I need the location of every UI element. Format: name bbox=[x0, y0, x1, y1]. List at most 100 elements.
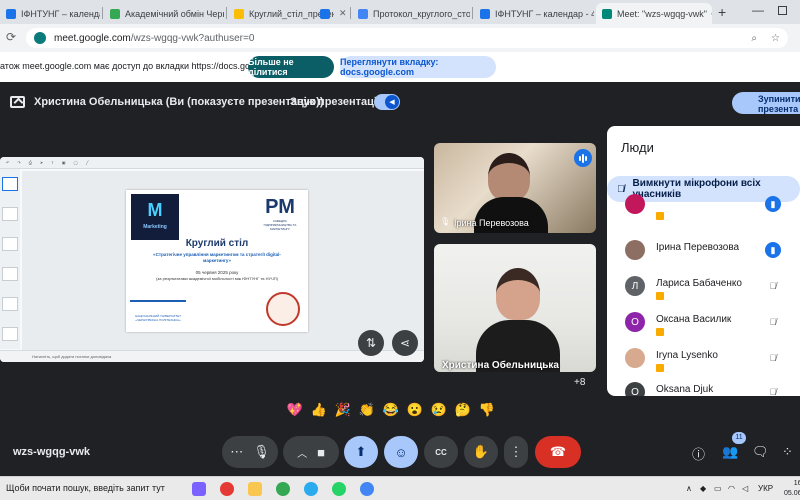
share-options-button[interactable]: ⋖ bbox=[392, 330, 418, 356]
mic-on-icon[interactable]: ▮ bbox=[765, 196, 781, 212]
more-participants-count[interactable]: +8 bbox=[574, 377, 585, 388]
taskbar-search[interactable]: Щоби почати пошук, введіть запит тут bbox=[6, 483, 165, 493]
speaking-indicator-icon bbox=[574, 149, 592, 167]
slide-date: 05 червня 2025 року bbox=[195, 270, 239, 275]
tray-chevron-icon[interactable]: ∧ bbox=[686, 484, 692, 493]
mic-off-icon[interactable]: 🎙̸ bbox=[765, 314, 781, 330]
speaking-indicator-icon[interactable]: ▮ bbox=[765, 242, 781, 258]
tab-title: Протокол_круглого_стол bbox=[373, 8, 470, 19]
reaction-party[interactable]: 🎉 bbox=[334, 400, 352, 420]
raise-hand-button[interactable]: ✋ bbox=[464, 436, 498, 468]
tab-divider bbox=[472, 7, 473, 19]
participant-row[interactable]: Л Лариса Бабаченко 🎙̸ bbox=[607, 272, 800, 300]
reaction-clap[interactable]: 👏 bbox=[358, 400, 376, 420]
docs-icon bbox=[358, 8, 368, 19]
activities-icon[interactable]: ⁘ bbox=[782, 444, 793, 460]
zoom-icon[interactable]: ⌕ bbox=[751, 33, 757, 44]
leave-call-button[interactable]: ☎ bbox=[535, 436, 581, 468]
bookmark-star-icon[interactable]: ☆ bbox=[771, 33, 780, 44]
minimize-button[interactable]: — bbox=[752, 3, 764, 17]
mic-icon[interactable]: 🎙 bbox=[253, 444, 270, 460]
clock[interactable]: 16:0 05.06.2 bbox=[784, 479, 800, 499]
undo-icon: ↶ bbox=[6, 160, 10, 165]
reaction-heart[interactable]: 💖 bbox=[286, 400, 304, 420]
slide-thumbnail bbox=[2, 207, 18, 221]
avatar bbox=[625, 240, 645, 260]
browser-tab-strip: ІФНТУНГ – календар - 4 д ✕ Академічний о… bbox=[0, 0, 800, 24]
whatsapp-icon[interactable] bbox=[332, 482, 346, 496]
view-tab-button[interactable]: Переглянути вкладку: docs.google.com bbox=[340, 56, 496, 78]
mic-off-icon[interactable]: 🎙̸ bbox=[765, 384, 781, 396]
participant-name: Оксана Василик bbox=[656, 314, 732, 325]
participant-tile[interactable]: Христина Обельницька bbox=[434, 244, 596, 372]
reaction-thumbs-up[interactable]: 👍 bbox=[310, 400, 328, 420]
slide-thumbnail bbox=[2, 177, 18, 191]
close-tab-icon[interactable]: ✕ bbox=[335, 8, 347, 19]
url-input[interactable]: meet.google.com /wzs-wgqg-vwk?authuser=0… bbox=[26, 28, 788, 48]
presentation-sound-toggle[interactable]: ◀ bbox=[374, 94, 400, 110]
browser-tab-active[interactable]: Meet: "wzs-wgqg-vwk" ● ✕ bbox=[596, 3, 712, 24]
reload-icon[interactable]: ⟳ bbox=[6, 30, 16, 44]
participant-row[interactable]: О Оксана Василик 🎙̸ bbox=[607, 308, 800, 336]
captions-icon: CC bbox=[435, 447, 447, 457]
slides-icon bbox=[234, 8, 244, 19]
browser-tab[interactable]: Протокол_круглого_стол ✕ bbox=[352, 3, 470, 24]
slides-toolbar: ↶ ↷ ⎙ ➤ T ▣ ◯ ╱ bbox=[0, 157, 424, 169]
tab-title: ІФНТУНГ – календар - 4 д bbox=[21, 8, 100, 19]
browser-tab[interactable]: Академічний обмін Черн ✕ bbox=[104, 3, 224, 24]
reactions-button[interactable]: ☺ bbox=[384, 436, 418, 468]
volume-icon[interactable]: ◁ bbox=[742, 484, 748, 493]
stop-presenting-button[interactable]: Зупинити презента bbox=[732, 92, 800, 114]
slide-thumbnail bbox=[2, 267, 18, 281]
wifi-icon[interactable]: ◠ bbox=[728, 484, 735, 493]
participant-row[interactable]: Ірина Перевозова ▮ bbox=[607, 236, 800, 262]
telegram-icon[interactable] bbox=[304, 482, 318, 496]
tab-title: Академічний обмін Черн bbox=[125, 8, 224, 19]
participant-row[interactable]: Iryna Lysenko 🎙̸ bbox=[607, 344, 800, 372]
windows-taskbar: Щоби почати пошук, введіть запит тут ∧ ◆… bbox=[0, 476, 800, 500]
present-now-button[interactable]: ⬆ bbox=[344, 436, 378, 468]
maximize-button[interactable] bbox=[778, 6, 787, 15]
reaction-thumbs-down[interactable]: 👎 bbox=[478, 400, 496, 420]
participant-tile[interactable]: 🎙 Ірина Перевозова bbox=[434, 143, 596, 233]
chevron-up-icon[interactable]: ︿ bbox=[297, 445, 307, 460]
swap-layout-button[interactable]: ⇅ bbox=[358, 330, 384, 356]
chrome-icon[interactable] bbox=[276, 482, 290, 496]
mic-control[interactable]: ⋯ 🎙 bbox=[222, 436, 278, 468]
reaction-laugh[interactable]: 😂 bbox=[382, 400, 400, 420]
camera-icon[interactable]: ■ bbox=[317, 445, 325, 460]
site-info-icon[interactable] bbox=[34, 32, 46, 44]
more-options-button[interactable]: ⋮ bbox=[504, 436, 528, 468]
captions-button[interactable]: CC bbox=[424, 436, 458, 468]
new-tab-button[interactable]: + bbox=[718, 4, 726, 20]
participant-row[interactable]: O Oksana Djuk 🎙̸ bbox=[607, 378, 800, 396]
mic-off-icon[interactable]: 🎙̸ bbox=[765, 350, 781, 366]
slide-note: (за результатами академічної мобільності… bbox=[156, 276, 278, 281]
browser-tab[interactable]: ІФНТУНГ – календар - 4 д ✕ bbox=[474, 3, 594, 24]
reaction-thinking[interactable]: 🤔 bbox=[454, 400, 472, 420]
calendar-icon bbox=[480, 8, 490, 19]
reactions-bar: 💖 👍 🎉 👏 😂 😮 😢 🤔 👎 bbox=[286, 400, 496, 420]
chat-icon[interactable]: 🗨 bbox=[752, 444, 769, 460]
people-icon[interactable]: 👥 bbox=[722, 444, 738, 460]
more-audio-options-icon[interactable]: ⋯ bbox=[230, 444, 243, 460]
reaction-sad[interactable]: 😢 bbox=[430, 400, 448, 420]
mic-off-icon[interactable]: 🎙̸ bbox=[765, 278, 781, 294]
stop-sharing-button[interactable]: Більше не ділитися bbox=[248, 56, 334, 78]
copilot-icon[interactable] bbox=[192, 482, 206, 496]
network-icon[interactable]: ◆ bbox=[700, 484, 706, 493]
browser-tab[interactable]: ІФНТУНГ – календар - 4 д ✕ bbox=[0, 3, 100, 24]
participant-row[interactable]: ▮ bbox=[607, 194, 800, 228]
host-badge-icon bbox=[656, 364, 664, 372]
battery-icon[interactable]: ▭ bbox=[714, 484, 722, 493]
camera-control[interactable]: ︿ ■ bbox=[283, 436, 339, 468]
opera-icon[interactable] bbox=[220, 482, 234, 496]
browser-tab[interactable]: ✕ bbox=[314, 3, 348, 24]
participant-name: Ірина Перевозова bbox=[454, 218, 529, 228]
reaction-surprised[interactable]: 😮 bbox=[406, 400, 424, 420]
meet-tab-icon bbox=[602, 8, 612, 19]
chrome-icon[interactable] bbox=[360, 482, 374, 496]
file-explorer-icon[interactable] bbox=[248, 482, 262, 496]
info-icon[interactable]: ⓘ bbox=[692, 444, 705, 463]
language-indicator[interactable]: УКР bbox=[758, 484, 773, 493]
